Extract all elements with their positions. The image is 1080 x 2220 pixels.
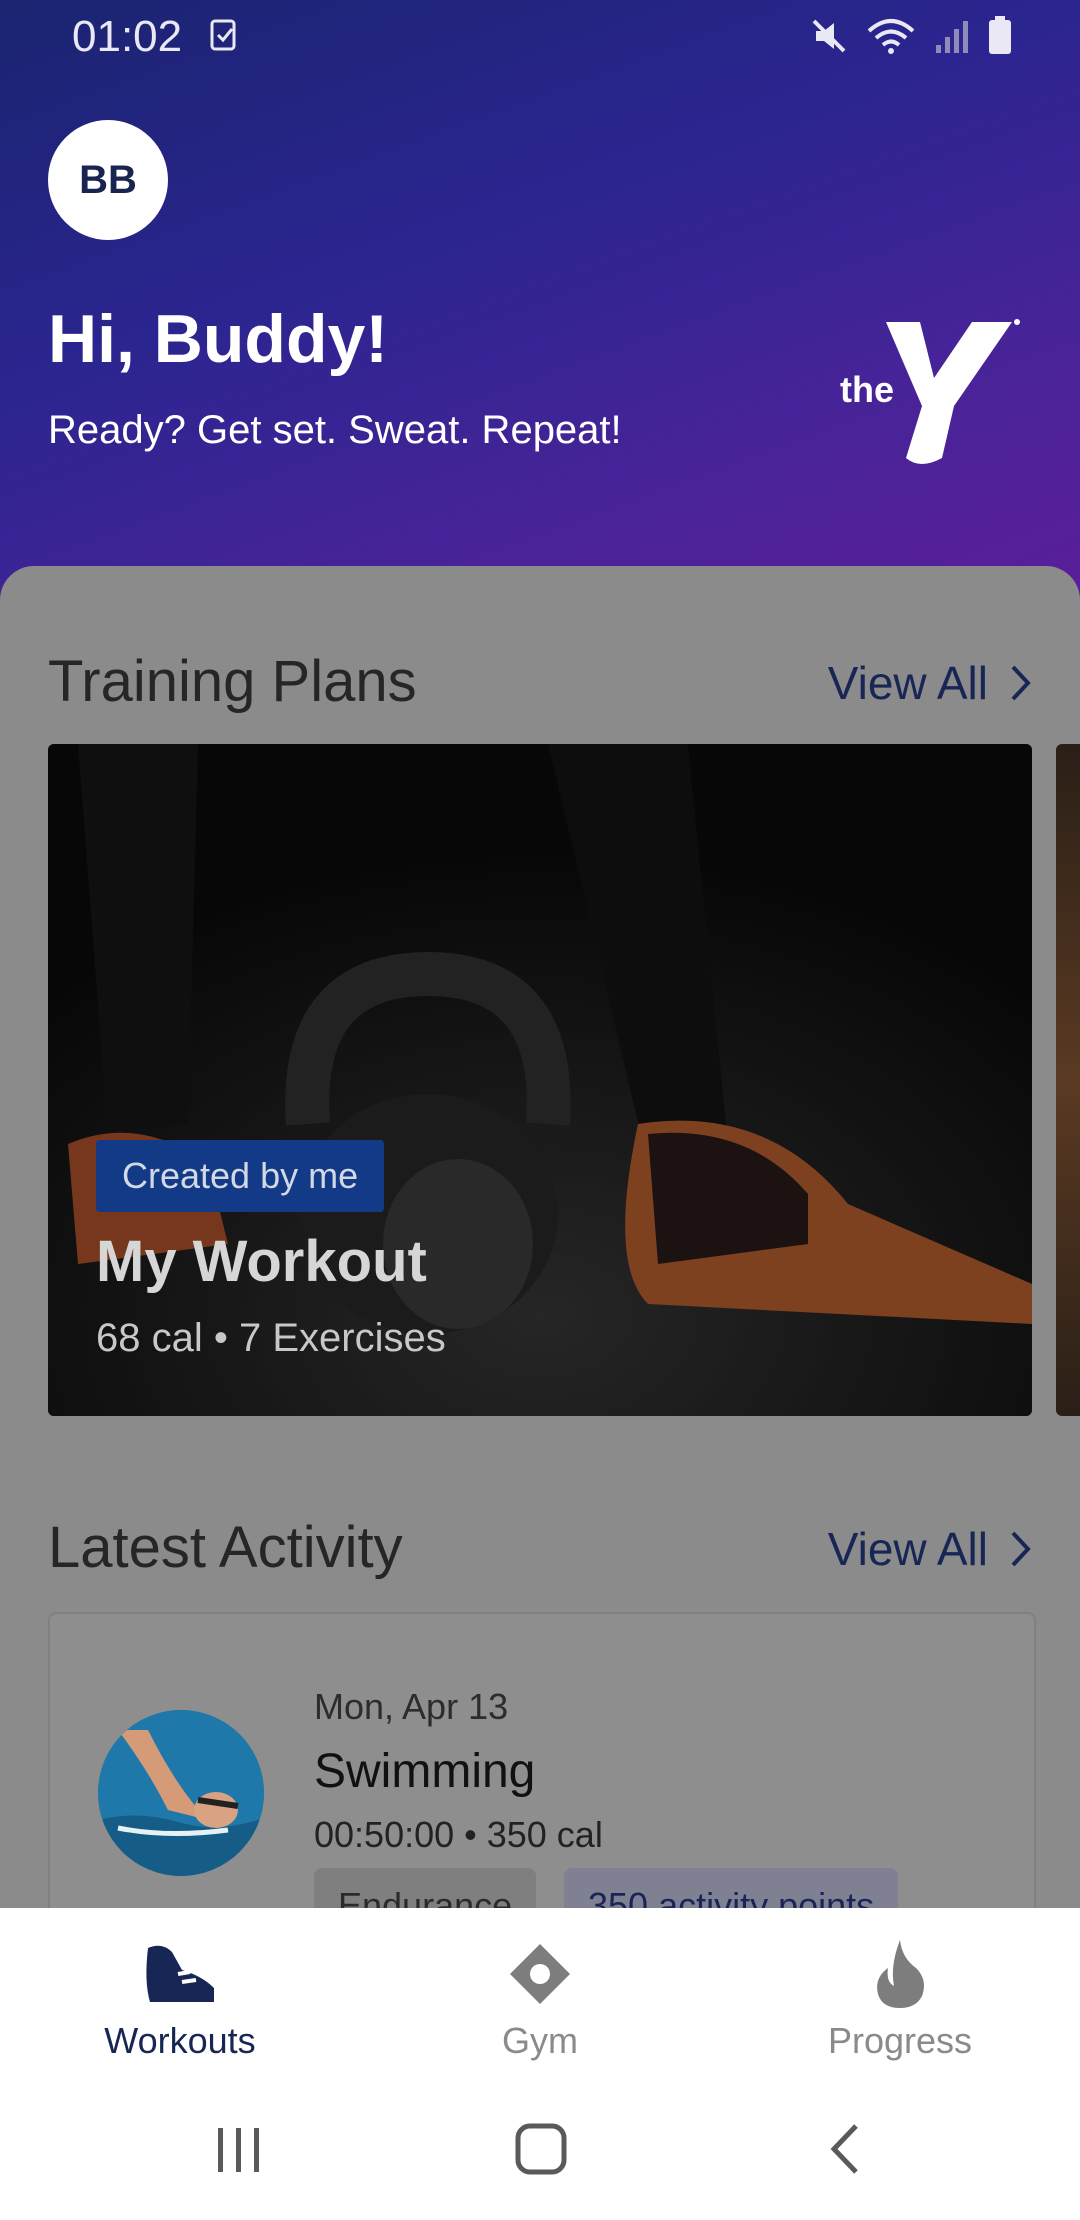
- workout-title: My Workout: [96, 1229, 427, 1294]
- chevron-right-icon: [1011, 665, 1031, 701]
- header: 01:02 BB Hi, Buddy! Ready? Get set. Swea…: [0, 0, 1080, 600]
- nav-label: Workouts: [104, 2020, 256, 2061]
- flame-icon: [877, 1940, 924, 2008]
- chevron-right-icon: [1011, 1531, 1031, 1567]
- recent-apps-icon[interactable]: [214, 2126, 264, 2174]
- bottom-nav: Workouts Gym Progress: [0, 1908, 1080, 2078]
- latest-activity-title: Latest Activity: [48, 1515, 403, 1580]
- clipboard-check-icon: [210, 19, 236, 51]
- wifi-icon: [867, 19, 915, 54]
- created-by-badge: Created by me: [96, 1140, 385, 1212]
- battery-icon: [989, 16, 1011, 54]
- home-icon[interactable]: [514, 2122, 568, 2176]
- workout-meta: 68 cal • 7 Exercises: [96, 1316, 446, 1360]
- view-all-label: View All: [827, 1523, 988, 1575]
- status-bar: 01:02: [0, 0, 1080, 72]
- swimmer-photo: [98, 1710, 264, 1876]
- sneaker-icon: [146, 1945, 214, 2002]
- back-icon[interactable]: [826, 2122, 862, 2176]
- training-plans-title: Training Plans: [48, 649, 417, 714]
- training-plans-view-all[interactable]: View All: [828, 656, 1032, 710]
- latest-activity-view-all[interactable]: View All: [828, 1522, 1032, 1576]
- status-icons: [810, 16, 1012, 56]
- next-card-peek[interactable]: [1056, 744, 1080, 1416]
- nav-label: Progress: [827, 2020, 973, 2061]
- training-plan-card[interactable]: Created by me My Workout 68 cal • 7 Exer…: [48, 744, 1032, 1416]
- nav-gym[interactable]: Gym: [410, 1934, 670, 2062]
- mute-icon: [812, 19, 846, 53]
- nav-progress[interactable]: Progress: [770, 1934, 1030, 2062]
- activity-meta: 00:50:00 • 350 cal: [314, 1814, 603, 1855]
- ymca-logo: the: [840, 319, 1020, 464]
- greeting-title: Hi, Buddy!: [48, 301, 388, 377]
- logo-text: the: [840, 369, 894, 410]
- status-time: 01:02: [72, 12, 183, 61]
- avatar[interactable]: BB: [48, 120, 168, 240]
- nav-label: Gym: [502, 2020, 578, 2061]
- system-nav-bar: [0, 2078, 1080, 2220]
- signal-icon: [936, 21, 968, 53]
- view-all-label: View All: [827, 657, 988, 709]
- activity-date: Mon, Apr 13: [314, 1686, 509, 1727]
- location-diamond-icon: [510, 1944, 570, 2004]
- nav-workouts[interactable]: Workouts: [50, 1934, 310, 2062]
- activity-name: Swimming: [314, 1745, 536, 1798]
- greeting-subtitle: Ready? Get set. Sweat. Repeat!: [48, 408, 622, 452]
